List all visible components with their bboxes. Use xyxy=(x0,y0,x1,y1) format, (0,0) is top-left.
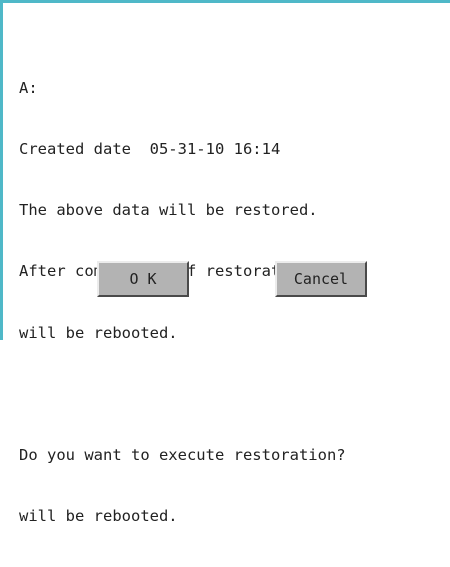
confirm-question-line: Do you want to execute restoration? xyxy=(19,446,346,465)
created-date-line: Created date 05-31-10 16:14 xyxy=(19,140,281,159)
confirm-question-line-2: will be rebooted. xyxy=(19,507,178,526)
cancel-button[interactable]: Cancel xyxy=(275,261,367,297)
drive-label: A: xyxy=(19,78,38,97)
restore-confirm-dialog: A: Created date 05-31-10 16:14 The above… xyxy=(0,0,450,525)
ok-button[interactable]: O K xyxy=(97,261,189,297)
restore-notice-line: The above data will be restored. xyxy=(19,201,318,220)
dialog-message: A: Created date 05-31-10 16:14 The above… xyxy=(19,37,355,567)
